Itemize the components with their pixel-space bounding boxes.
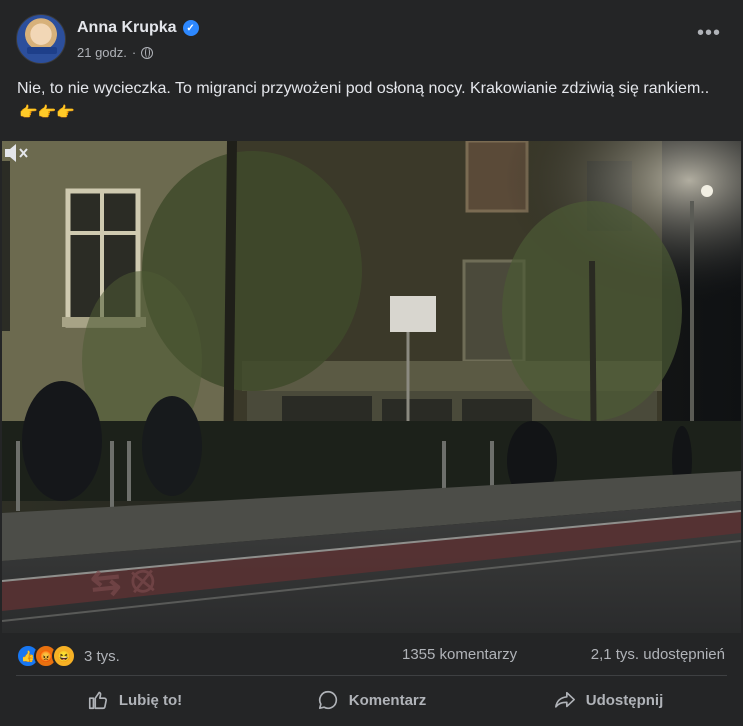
comment-bubble-icon — [318, 690, 337, 710]
haha-icon: 😆 — [52, 644, 76, 668]
post-time[interactable]: 21 godz. — [77, 45, 127, 60]
shares-count[interactable]: 2,1 tys. udostępnień — [591, 646, 725, 663]
share-button[interactable]: Udostępnij — [490, 679, 727, 721]
like-label: Lubię to! — [118, 691, 183, 709]
author-name[interactable]: Anna Krupka — [77, 19, 177, 37]
reactions-summary[interactable]: 👍 😡 😆 3 tys. — [16, 644, 120, 668]
comments-count[interactable]: 1355 komentarzy — [402, 646, 517, 663]
facebook-post: Anna Krupka ✓ 21 godz. · ••• Nie, to nie… — [0, 0, 743, 726]
share-label: Udostępnij — [585, 691, 664, 709]
share-arrow-icon — [554, 691, 575, 708]
verified-badge-icon: ✓ — [182, 20, 199, 36]
globe-icon[interactable] — [141, 46, 154, 59]
post-body: Nie, to nie wycieczka. To migranci przyw… — [17, 80, 710, 97]
like-button[interactable]: Lubię to! — [16, 679, 253, 721]
pointing-right-icon: 👉👉👉 — [19, 104, 76, 121]
post-text: Nie, to nie wycieczka. To migranci przyw… — [17, 77, 723, 125]
svg-text:⇆ ⦻: ⇆ ⦻ — [89, 556, 157, 603]
post-stats: 👍 😡 😆 3 tys. 1355 komentarzy 2,1 tys. ud… — [16, 644, 725, 668]
comment-label: Komentarz — [348, 691, 427, 709]
author-name-row: Anna Krupka ✓ — [77, 19, 199, 37]
post-actions: Lubię to! Komentarz Udostępnij — [16, 679, 727, 721]
thumbs-up-icon — [88, 691, 107, 710]
reactions-count[interactable]: 3 tys. — [84, 648, 120, 665]
avatar-badge — [27, 47, 57, 54]
muted-speaker-icon[interactable] — [2, 141, 30, 165]
author-avatar[interactable] — [16, 14, 66, 64]
stats-divider — [16, 675, 727, 676]
post-meta: 21 godz. · — [77, 45, 154, 60]
more-options-button[interactable]: ••• — [697, 22, 721, 45]
video-player[interactable]: ⇆ ⦻ — [2, 141, 741, 633]
post-header: Anna Krupka ✓ 21 godz. · ••• — [16, 14, 727, 64]
meta-separator: · — [131, 45, 137, 60]
comment-button[interactable]: Komentarz — [253, 679, 490, 721]
video-frame: ⇆ ⦻ — [2, 141, 741, 633]
